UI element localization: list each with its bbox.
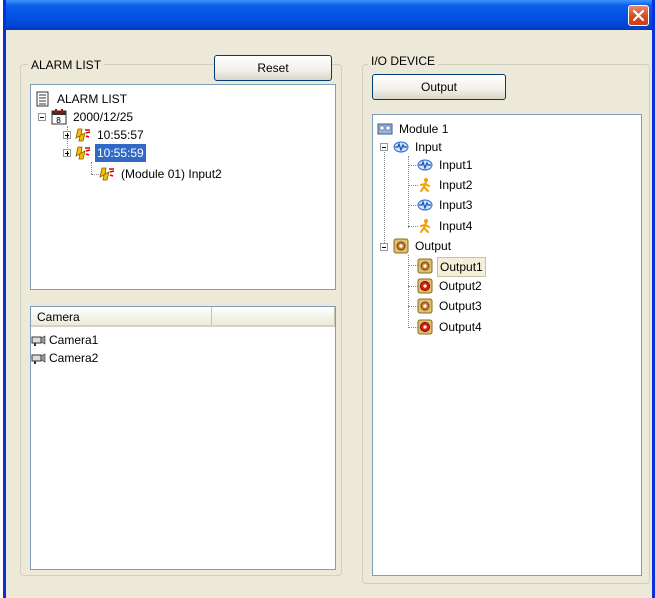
tree-item-label: Module 1 <box>399 122 449 136</box>
tree-item-label: 2000/12/25 <box>73 110 134 124</box>
collapse-toggle[interactable] <box>380 143 388 151</box>
expand-toggle[interactable] <box>63 131 71 139</box>
output-button[interactable]: Output <box>372 74 506 100</box>
alarm-event-icon <box>75 146 91 160</box>
person-sensor-icon <box>420 219 430 233</box>
title-bar[interactable] <box>6 0 652 30</box>
tree-item-label: Output1 <box>437 257 486 277</box>
tree-item-label: Input3 <box>439 198 473 212</box>
collapse-toggle[interactable] <box>380 243 388 251</box>
list-item-label: Camera1 <box>49 333 99 347</box>
tree-item-label: Input <box>415 140 442 154</box>
close-icon <box>633 10 644 21</box>
list-icon <box>36 91 49 107</box>
tree-item-label: Output4 <box>439 320 482 334</box>
tree-item-label: Output3 <box>439 299 482 313</box>
reset-button[interactable]: Reset <box>214 55 332 81</box>
alarm-list-group-label: ALARM LIST <box>28 58 105 72</box>
output-device-icon <box>393 238 409 254</box>
tree-item-label: ALARM LIST <box>57 92 128 106</box>
tree-item-label: Input1 <box>439 158 473 172</box>
output-active-icon <box>417 319 433 335</box>
collapse-toggle[interactable] <box>38 113 46 121</box>
alarm-event-icon <box>99 167 115 181</box>
tree-item-label: 10:55:57 <box>97 128 144 142</box>
calendar-icon: 8 <box>51 109 67 125</box>
camera-icon <box>31 335 46 346</box>
output-device-icon <box>417 258 433 274</box>
camera-icon <box>31 353 46 364</box>
tree-item-label: (Module 01) Input2 <box>121 167 222 181</box>
output-active-icon <box>417 278 433 294</box>
input-signal-icon <box>417 199 433 211</box>
output-device-icon <box>417 298 433 314</box>
module-icon <box>377 123 393 135</box>
tree-item-label: 10:55:59 <box>95 144 146 162</box>
tree-item-label: Input2 <box>439 178 473 192</box>
camera-list-panel[interactable]: Camera Camera1 Camera2 <box>30 306 336 570</box>
alarm-event-icon <box>75 128 91 142</box>
input-signal-icon <box>393 141 409 153</box>
device-tree-panel[interactable]: Module 1 Input Input1 Input2 Input3 Inpu… <box>372 114 642 576</box>
main-window: ALARM LIST Reset ALARM LIST 8 2000/12/25… <box>3 0 655 598</box>
input-signal-icon <box>417 159 433 171</box>
alarm-tree-panel[interactable]: ALARM LIST 8 2000/12/25 10:55:57 10:55:5… <box>30 84 336 290</box>
svg-text:8: 8 <box>56 116 61 125</box>
list-item-label: Camera2 <box>49 351 99 365</box>
close-button[interactable] <box>628 5 649 26</box>
person-sensor-icon <box>420 178 430 192</box>
column-header-empty[interactable] <box>212 307 335 327</box>
io-device-group-label: I/O DEVICE <box>368 54 439 68</box>
tree-item-label: Output <box>415 239 452 253</box>
tree-item-label: Output2 <box>439 279 482 293</box>
column-header-camera[interactable]: Camera <box>31 307 212 327</box>
expand-toggle[interactable] <box>63 149 71 157</box>
tree-item-label: Input4 <box>439 219 473 233</box>
